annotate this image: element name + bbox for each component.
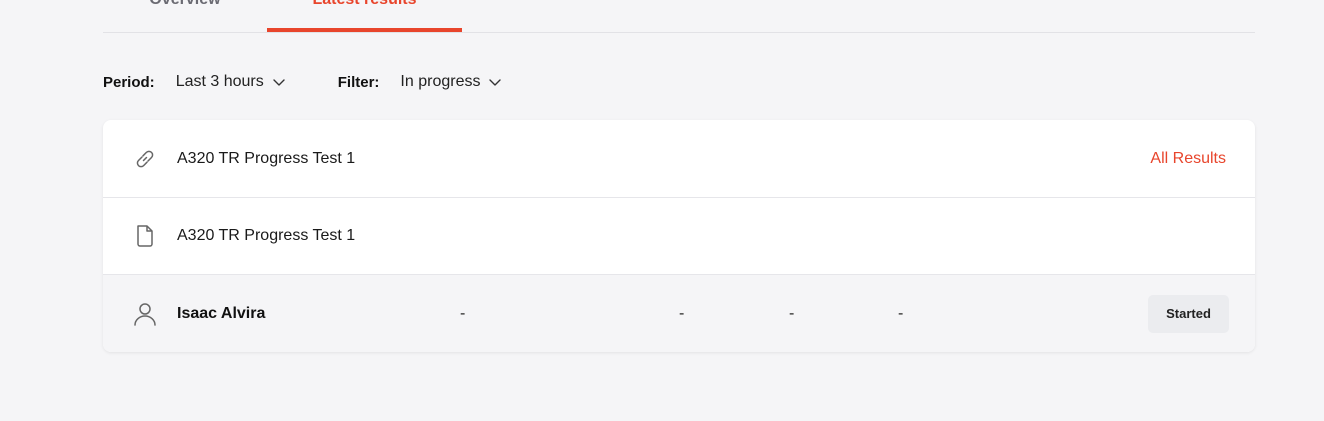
tab-bar: Overview Latest results (103, 0, 1255, 33)
active-tab-indicator (267, 28, 462, 32)
result-cell: - (898, 304, 904, 322)
all-results-link[interactable]: All Results (1150, 150, 1226, 168)
filter-value: In progress (400, 73, 481, 90)
tab-latest-results[interactable]: Latest results (267, 0, 462, 31)
user-result-row[interactable]: Isaac Alvira - - - - Started (103, 275, 1255, 352)
test-link-row: A320 TR Progress Test 1 All Results (103, 120, 1255, 198)
period-dropdown[interactable]: Last 3 hours (176, 73, 286, 91)
document-title: A320 TR Progress Test 1 (177, 226, 356, 244)
chevron-down-icon (273, 79, 285, 86)
result-cell: - (460, 304, 466, 322)
link-icon (130, 144, 160, 174)
period-value: Last 3 hours (175, 73, 264, 90)
filter-bar: Period: Last 3 hours Filter: In progress (103, 68, 502, 96)
user-icon (130, 299, 160, 329)
test-document-row: A320 TR Progress Test 1 (103, 197, 1255, 275)
filter-dropdown[interactable]: In progress (400, 73, 502, 91)
test-title: A320 TR Progress Test 1 (177, 149, 356, 167)
page: Overview Latest results Period: Last 3 h… (0, 0, 1324, 421)
status-filter: Filter: In progress (338, 73, 503, 91)
results-card: A320 TR Progress Test 1 All Results A320… (103, 120, 1255, 352)
status-badge: Started (1148, 294, 1229, 333)
result-cell: - (789, 304, 795, 322)
user-name: Isaac Alvira (177, 304, 266, 322)
result-cell: - (679, 304, 685, 322)
document-icon (130, 221, 160, 251)
tab-overview[interactable]: Overview (103, 0, 267, 31)
filter-label: Filter: (337, 73, 380, 91)
period-label: Period: (103, 73, 155, 91)
chevron-down-icon (489, 79, 502, 86)
period-filter: Period: Last 3 hours (103, 73, 286, 91)
